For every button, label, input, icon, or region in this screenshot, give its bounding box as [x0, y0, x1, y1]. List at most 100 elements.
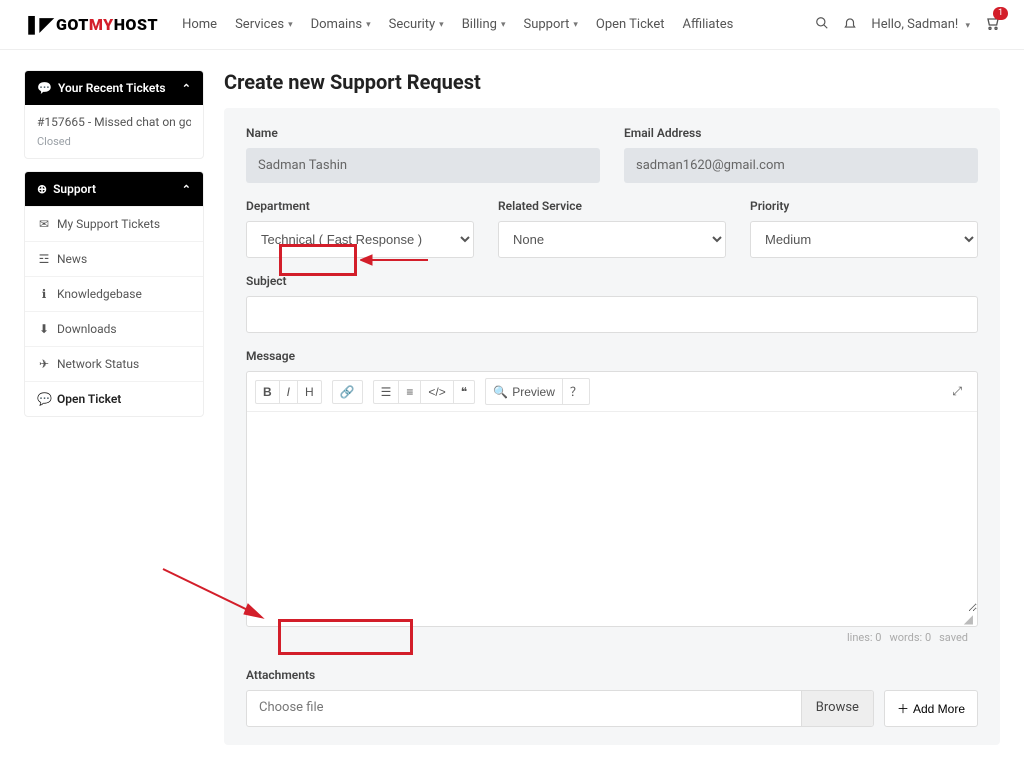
download-icon: ⬇ — [37, 322, 51, 336]
navbar: ❚◤ GOTMYHOST Home Services ▾ Domains ▾ Sec… — [0, 0, 1024, 50]
related-service-select[interactable]: None — [498, 221, 726, 258]
cart-badge: 1 — [993, 7, 1008, 20]
sidebar-item-label: News — [57, 252, 87, 266]
search-icon: 🔍 — [493, 385, 508, 399]
hello-user[interactable]: Hello, Sadman! ▾ — [871, 17, 970, 32]
nav-security-label: Security — [389, 17, 436, 32]
fullscreen-button[interactable]: ⤢ — [945, 380, 969, 403]
nav-services[interactable]: Services ▾ — [235, 17, 293, 32]
plane-icon: ✈ — [37, 357, 51, 371]
status-lines: lines: 0 — [847, 631, 882, 644]
caret-down-icon: ▾ — [288, 20, 293, 30]
sidebar-item-open-ticket[interactable]: 💬 Open Ticket — [25, 381, 203, 416]
nav-home[interactable]: Home — [182, 17, 217, 32]
status-saved: saved — [939, 631, 968, 644]
department-select[interactable]: Technical ( Fast Response ) — [246, 221, 474, 258]
browse-button[interactable]: Browse — [801, 691, 873, 726]
caret-down-icon: ▾ — [573, 20, 578, 30]
plus-icon: ＋ — [897, 700, 909, 717]
sidebar-item-label: Knowledgebase — [57, 287, 142, 301]
name-input: Sadman Tashin — [246, 148, 600, 183]
sidebar-item-label: My Support Tickets — [57, 217, 160, 231]
nav-affiliates[interactable]: Affiliates — [683, 17, 734, 32]
ul-button[interactable]: ☰ — [373, 380, 400, 404]
brand-logo[interactable]: ❚◤ GOTMYHOST — [24, 14, 158, 35]
status-words: words: 0 — [890, 631, 932, 644]
bold-icon: B — [263, 385, 272, 399]
sidebar-item-knowledgebase[interactable]: ℹ Knowledgebase — [25, 276, 203, 311]
nav-billing-label: Billing — [462, 17, 497, 32]
priority-select[interactable]: Medium — [750, 221, 978, 258]
preview-label: Preview — [512, 385, 555, 399]
recent-tickets-header[interactable]: 💬Your Recent Tickets ⌃ — [25, 71, 203, 105]
nav-domains[interactable]: Domains ▾ — [311, 17, 371, 32]
nav-billing[interactable]: Billing ▾ — [462, 17, 506, 32]
info-icon: ℹ — [37, 287, 51, 301]
priority-label: Priority — [750, 199, 978, 213]
ol-button[interactable]: ≡ — [398, 380, 421, 404]
add-more-button[interactable]: ＋Add More — [884, 690, 978, 727]
service-label: Related Service — [498, 199, 726, 213]
sidebar-item-label: Network Status — [57, 357, 139, 371]
sidebar-item-network-status[interactable]: ✈ Network Status — [25, 346, 203, 381]
file-placeholder: Choose file — [247, 691, 801, 726]
quote-icon: ❝ — [461, 385, 467, 399]
sidebar-item-downloads[interactable]: ⬇Downloads — [25, 311, 203, 346]
nav-security[interactable]: Security▾ — [389, 17, 444, 32]
brand-host: HOST — [114, 15, 158, 34]
recent-ticket-status: Closed — [37, 135, 191, 148]
expand-icon: ⤢ — [952, 384, 962, 399]
list-icon: ☲ — [37, 252, 51, 266]
nav-support[interactable]: Support ▾ — [523, 17, 577, 32]
bell-icon[interactable] — [843, 16, 857, 34]
page-title: Create new Support Request — [224, 70, 1000, 94]
italic-button[interactable]: I — [279, 380, 298, 404]
caret-down-icon: ▾ — [501, 20, 506, 30]
preview-button[interactable]: 🔍 Preview — [485, 378, 563, 405]
caret-down-icon: ▾ — [965, 21, 970, 31]
editor-toolbar: B I H 🔗 ☰ ≡ </> ❝ — [247, 372, 977, 412]
link-button[interactable]: 🔗 — [332, 380, 363, 404]
nav-support-label: Support — [523, 17, 569, 32]
editor-status: lines: 0 words: 0 saved — [246, 627, 978, 648]
resize-handle-icon[interactable]: ◢ — [247, 612, 977, 626]
nav-links: Home Services▾ Domains▾ Security▾ Billin… — [182, 17, 733, 32]
form-card: Name Sadman Tashin Email Address sadman1… — [224, 108, 1000, 745]
subject-label: Subject — [246, 274, 978, 288]
message-textarea[interactable] — [247, 412, 977, 612]
sidebar-item-my-tickets[interactable]: ✉My Support Tickets — [25, 206, 203, 241]
bold-button[interactable]: B — [255, 380, 280, 404]
code-button[interactable]: </> — [420, 380, 453, 404]
hello-user-label: Hello, Sadman! — [871, 17, 958, 32]
support-panel-title: Support — [53, 182, 96, 196]
email-label: Email Address — [624, 126, 978, 140]
nav-domains-label: Domains — [311, 17, 362, 32]
attachments-label: Attachments — [246, 668, 978, 682]
subject-input[interactable] — [246, 296, 978, 333]
nav-right: Hello, Sadman! ▾ 1 — [815, 15, 1000, 35]
caret-down-icon: ▾ — [366, 20, 371, 30]
recent-tickets-panel: 💬Your Recent Tickets ⌃ #157665 - Missed … — [24, 70, 204, 159]
recent-tickets-title: Your Recent Tickets — [58, 81, 166, 95]
nav-services-label: Services — [235, 17, 284, 32]
heading-button[interactable]: H — [297, 380, 322, 404]
comment-icon: 💬 — [37, 392, 51, 406]
message-editor: B I H 🔗 ☰ ≡ </> ❝ — [246, 371, 978, 627]
code-icon: </> — [428, 385, 445, 399]
search-icon[interactable] — [815, 16, 829, 34]
sidebar-item-label: Open Ticket — [57, 392, 121, 406]
sidebar-item-news[interactable]: ☲ News — [25, 241, 203, 276]
help-button[interactable]: ？ — [562, 378, 590, 405]
cart-icon[interactable]: 1 — [984, 15, 1000, 35]
file-picker[interactable]: Choose file Browse — [246, 690, 874, 727]
department-label: Department — [246, 199, 474, 213]
help-icon: ？ — [570, 383, 582, 400]
nav-open-ticket[interactable]: Open Ticket — [596, 17, 665, 32]
brand-got: GOT — [56, 15, 89, 34]
italic-icon: I — [287, 385, 290, 399]
recent-ticket-item[interactable]: #157665 - Missed chat on gotmyhost.com C… — [25, 105, 203, 158]
sidebar: 💬Your Recent Tickets ⌃ #157665 - Missed … — [24, 70, 204, 429]
quote-button[interactable]: ❝ — [453, 380, 475, 404]
support-panel-header[interactable]: ⊕Support ⌃ — [25, 172, 203, 206]
brand-mark-icon: ❚◤ — [24, 14, 54, 35]
